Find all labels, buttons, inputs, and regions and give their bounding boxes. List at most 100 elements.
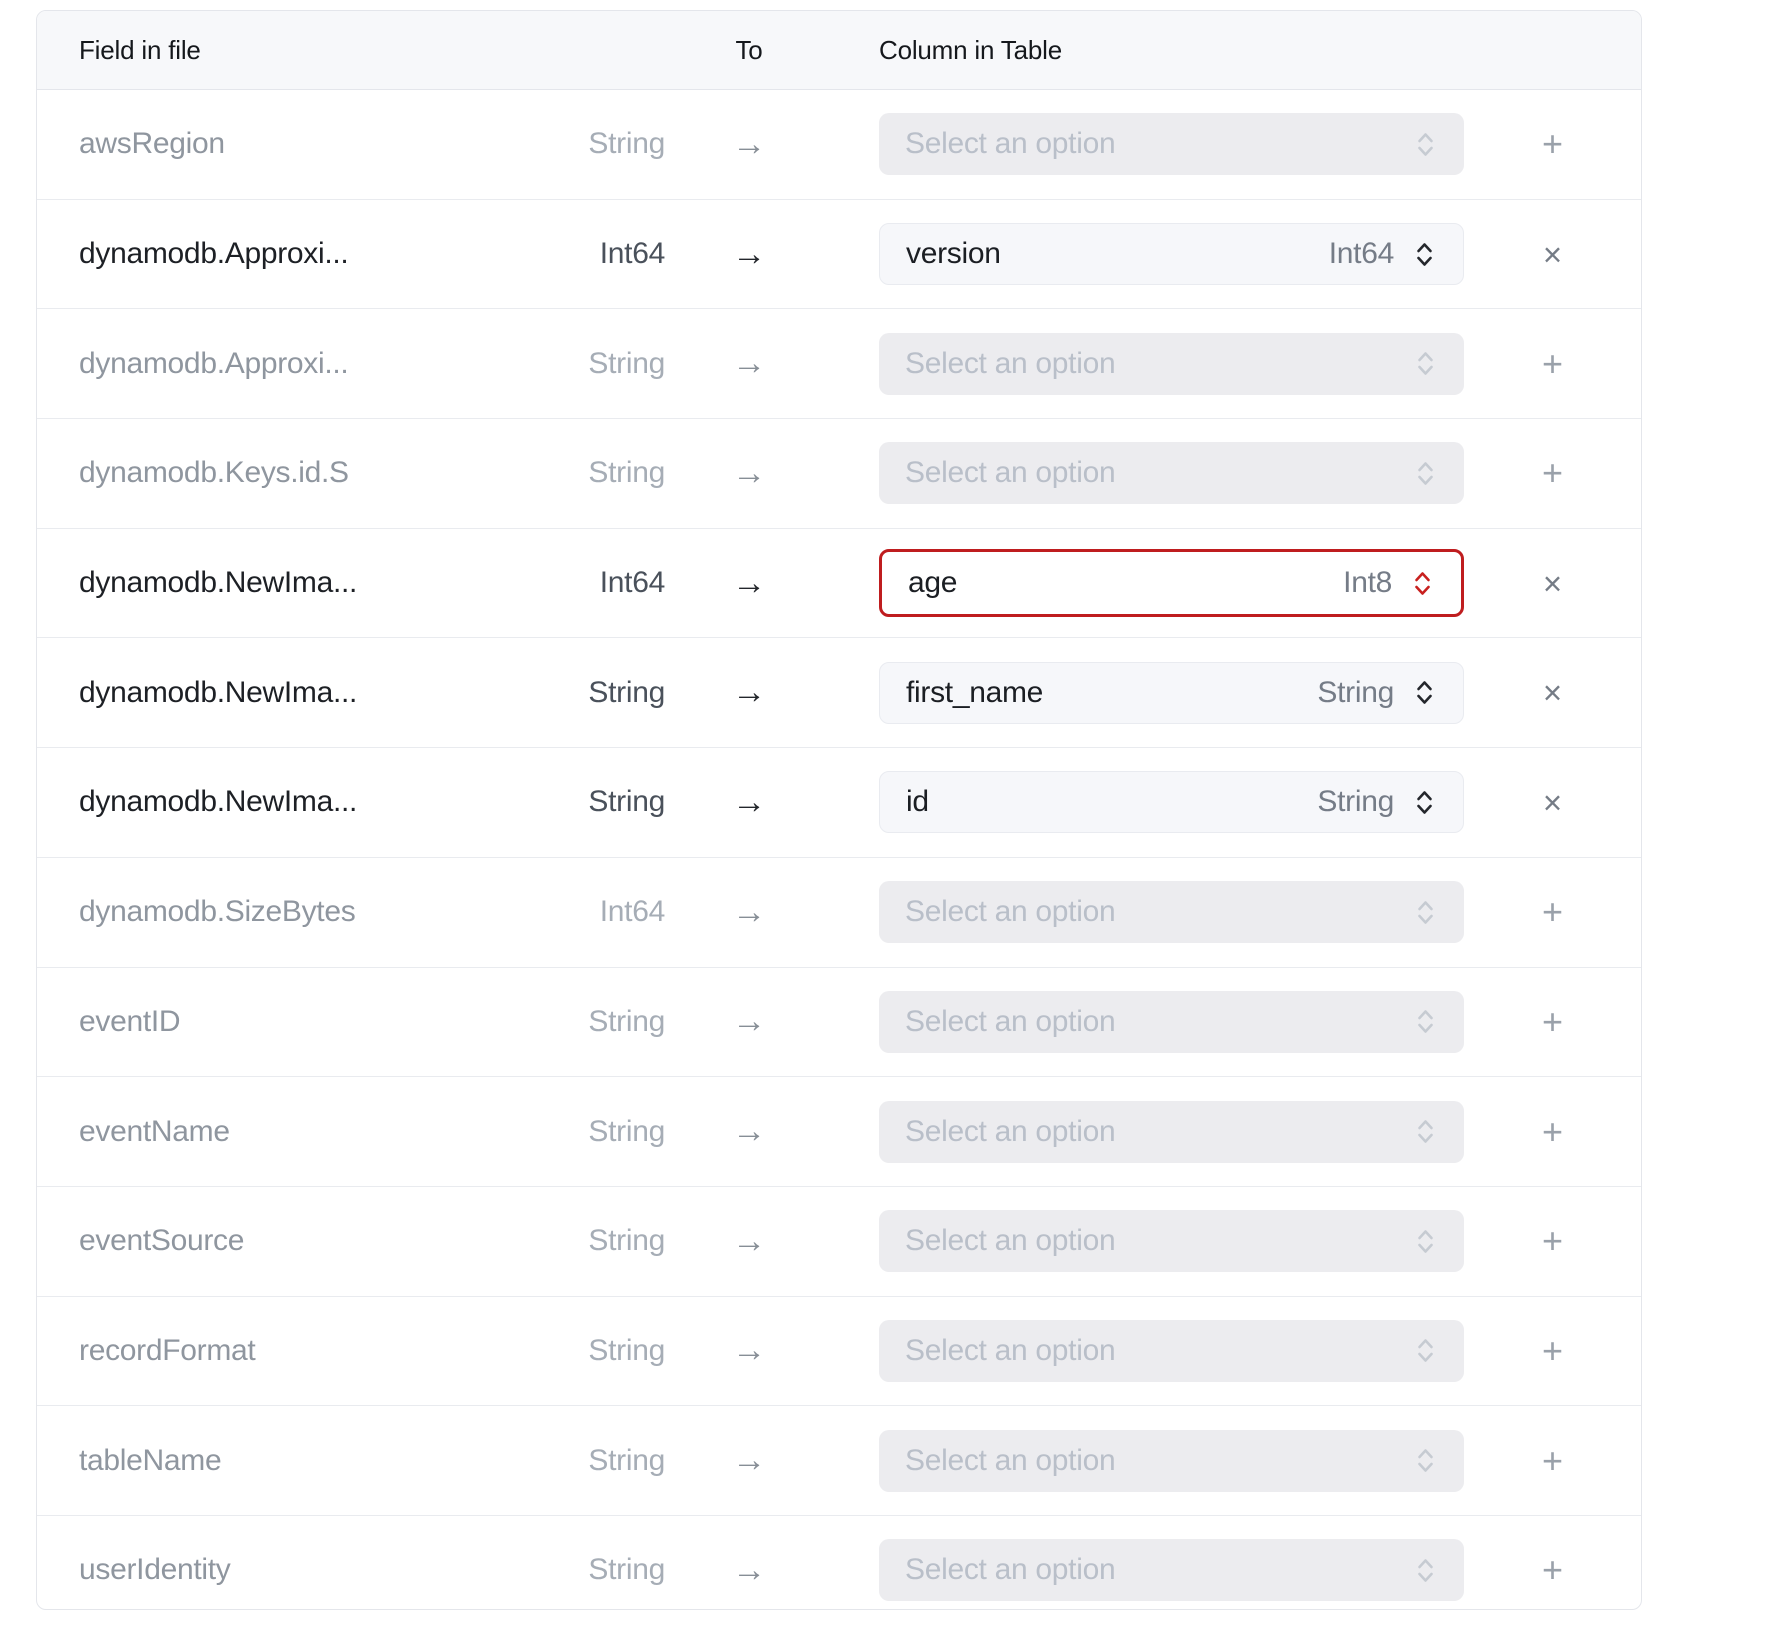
row-action-cell: × [1464,563,1641,604]
select-value: id [906,785,929,819]
field-type: Int64 [519,566,665,600]
select-right-group [1413,1335,1438,1366]
arrow-right-icon: → [665,1331,833,1370]
arrow-right-icon: → [665,1441,833,1480]
unfold-more-icon [1413,1116,1438,1147]
unfold-more-icon [1413,1555,1438,1586]
column-select[interactable]: Select an option [879,1101,1464,1163]
field-type: String [519,347,665,381]
unfold-more-icon [1410,568,1435,599]
arrow-right-icon: → [665,1002,833,1041]
field-name: dynamodb.NewIma... [37,676,519,710]
row-action-cell: + [1464,890,1641,934]
select-placeholder: Select an option [905,1224,1115,1258]
field-type: Int64 [519,237,665,271]
arrow-right-icon: → [665,893,833,932]
select-placeholder: Select an option [905,127,1115,161]
field-type: String [519,1553,665,1587]
unfold-more-icon [1413,1445,1438,1476]
table-row: eventSourceString→Select an option+ [37,1186,1641,1296]
column-select[interactable]: Select an option [879,881,1464,943]
column-select[interactable]: Select an option [879,1320,1464,1382]
remove-mapping-button[interactable]: × [1529,563,1576,604]
row-action-cell: + [1464,342,1641,386]
table-row: eventIDString→ Select an option + [37,967,1641,1077]
column-select[interactable]: Select an option [879,1210,1464,1272]
table-row: dynamodb.SizeBytesInt64→Select an option… [37,857,1641,967]
row-action-cell: + [1464,1548,1641,1592]
row-action-cell: + [1464,1439,1641,1483]
row-action-cell: × [1464,782,1641,823]
select-value: first_name [906,676,1043,710]
select-placeholder: Select an option [905,1334,1115,1368]
add-mapping-button[interactable]: + [1528,1439,1577,1483]
column-select[interactable]: versionInt64 [879,223,1464,285]
field-name: dynamodb.Approxi... [37,347,519,381]
select-placeholder: Select an option [905,456,1115,490]
column-select[interactable]: Select an option [879,1430,1464,1492]
column-select[interactable]: Select an option [879,442,1464,504]
unfold-more-icon [1413,129,1438,160]
unfold-more-icon [1413,1006,1438,1037]
unfold-more-icon [1413,1226,1438,1257]
field-type: Int64 [519,895,665,929]
field-mapping-table: Field in file To Column in Table awsRegi… [36,10,1642,1610]
arrow-right-icon: → [665,125,833,164]
field-type: String [519,456,665,490]
remove-mapping-button[interactable]: × [1529,782,1576,823]
field-name: eventID [37,1005,519,1039]
add-mapping-button[interactable]: + [1528,890,1577,934]
field-name: dynamodb.Keys.id.S [37,456,519,490]
row-action-cell: × [1464,234,1641,275]
add-mapping-button[interactable]: + [1528,122,1577,166]
unfold-more-icon [1413,458,1438,489]
select-placeholder: Select an option [905,1444,1115,1478]
select-right-group [1413,1445,1438,1476]
unfold-more-icon [1412,787,1437,818]
table-row: dynamodb.Approxi...Int64→versionInt64× [37,199,1641,309]
field-type: String [519,127,665,161]
unfold-more-icon [1412,677,1437,708]
remove-mapping-button[interactable]: × [1529,234,1576,275]
arrow-right-icon: → [665,1551,833,1590]
arrow-right-icon: → [665,1222,833,1261]
add-mapping-button[interactable]: + [1528,1000,1577,1044]
column-select[interactable]: Select an option [879,991,1464,1053]
table-header: Field in file To Column in Table [37,11,1641,90]
select-right-group: String [1317,785,1437,819]
field-name: eventName [37,1115,519,1149]
add-mapping-button[interactable]: + [1528,1329,1577,1373]
table-row: dynamodb.Keys.id.SString→ Select an optio… [37,418,1641,528]
column-select[interactable]: Select an option [879,113,1464,175]
add-mapping-button[interactable]: + [1528,342,1577,386]
add-mapping-button[interactable]: + [1528,451,1577,495]
column-select[interactable]: Select an option [879,1539,1464,1601]
column-select[interactable]: ageInt8 [879,549,1464,617]
unfold-more-icon [1413,1335,1438,1366]
remove-mapping-button[interactable]: × [1529,672,1576,713]
row-action-cell: + [1464,1329,1641,1373]
header-to: To [665,35,833,66]
arrow-right-icon: → [665,564,833,603]
row-action-cell: + [1464,1219,1641,1263]
select-value: version [906,237,1001,271]
select-type-label: Int8 [1343,566,1392,600]
add-mapping-button[interactable]: + [1528,1110,1577,1154]
column-select[interactable]: Select an option [879,333,1464,395]
header-column-in-table: Column in Table [879,35,1464,66]
column-select[interactable]: id String [879,771,1464,833]
add-mapping-button[interactable]: + [1528,1219,1577,1263]
select-placeholder: Select an option [905,1115,1115,1149]
column-select[interactable]: first_name String [879,662,1464,724]
row-action-cell: × [1464,672,1641,713]
field-type: String [519,1334,665,1368]
unfold-more-icon [1413,348,1438,379]
field-type: String [519,1005,665,1039]
select-type-label: String [1317,676,1394,710]
row-action-cell: + [1464,122,1641,166]
table-row: awsRegionString→Select an option+ [37,90,1641,199]
arrow-right-icon: → [665,235,833,274]
add-mapping-button[interactable]: + [1528,1548,1577,1592]
select-right-group [1413,1226,1438,1257]
arrow-right-icon: → [665,454,833,493]
